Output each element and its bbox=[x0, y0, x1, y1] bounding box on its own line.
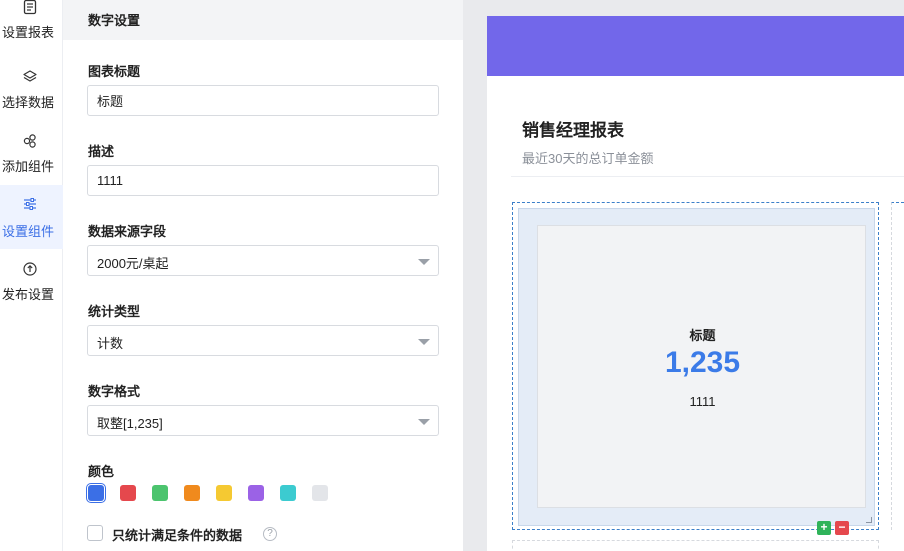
rail-item-label: 发布设置 bbox=[2, 287, 55, 302]
next-component-placeholder bbox=[512, 540, 879, 551]
data-field-label: 数据来源字段 bbox=[88, 224, 167, 239]
rail-item-label: 设置报表 bbox=[2, 25, 55, 40]
color-swatch[interactable] bbox=[248, 485, 264, 501]
filter-checkbox-label: 只统计满足条件的数据 bbox=[112, 528, 243, 543]
color-swatch[interactable] bbox=[216, 485, 232, 501]
filter-checkbox[interactable] bbox=[87, 525, 103, 541]
publish-icon bbox=[23, 262, 37, 276]
rail-item-label: 选择数据 bbox=[2, 95, 55, 110]
delete-component-button[interactable]: − bbox=[835, 521, 849, 535]
settings-panel: 数字设置 图表标题 描述 数据来源字段 2000元/桌起 统计类型 计数 数字格… bbox=[63, 0, 463, 551]
caret-down-icon bbox=[418, 259, 430, 265]
rail-item-label: 设置组件 bbox=[2, 224, 55, 239]
stat-type-label: 统计类型 bbox=[88, 304, 141, 319]
number-format-value: 取整[1,235] bbox=[97, 416, 163, 431]
card-value: 1,235 bbox=[664, 346, 741, 379]
stat-type-value: 计数 bbox=[97, 336, 124, 351]
sliders-icon bbox=[24, 198, 36, 210]
description-input[interactable] bbox=[87, 165, 439, 196]
chart-title-input[interactable] bbox=[87, 85, 439, 116]
color-swatch[interactable] bbox=[184, 485, 200, 501]
layers-icon bbox=[23, 70, 37, 82]
color-swatch[interactable] bbox=[312, 485, 328, 501]
stat-type-select[interactable]: 计数 bbox=[87, 325, 439, 356]
chart-title-label: 图表标题 bbox=[88, 64, 141, 79]
rail-item-component-settings[interactable]: 设置组件 bbox=[0, 185, 63, 249]
caret-down-icon bbox=[418, 419, 430, 425]
color-swatch[interactable] bbox=[86, 483, 106, 503]
report-description: 最近30天的总订单金额 bbox=[522, 151, 654, 166]
divider bbox=[511, 176, 904, 177]
color-swatch[interactable] bbox=[120, 485, 136, 501]
component-frame: 标题 1,235 1111 bbox=[518, 208, 875, 526]
caret-down-icon bbox=[418, 339, 430, 345]
card-title: 标题 bbox=[689, 328, 716, 343]
rail-item-report-settings[interactable]: 设置报表 bbox=[0, 0, 63, 57]
description-label: 描述 bbox=[88, 144, 115, 159]
card-description: 1111 bbox=[689, 394, 716, 409]
panel-title: 数字设置 bbox=[88, 13, 141, 28]
color-swatch[interactable] bbox=[280, 485, 296, 501]
preview-area: 销售经理报表 最近30天的总订单金额 标题 1,235 1111 + − bbox=[463, 0, 904, 551]
add-component-button[interactable]: + bbox=[817, 521, 831, 535]
rail-item-select-data[interactable]: 选择数据 bbox=[0, 63, 63, 127]
number-format-select[interactable]: 取整[1,235] bbox=[87, 405, 439, 436]
components-icon bbox=[23, 134, 36, 148]
report-header-band bbox=[487, 16, 904, 76]
report-icon bbox=[23, 0, 37, 15]
report-canvas: 销售经理报表 最近30天的总订单金额 标题 1,235 1111 + − bbox=[487, 16, 904, 551]
panel-header: 数字设置 bbox=[63, 0, 463, 40]
resize-handle[interactable] bbox=[866, 517, 872, 523]
adjacent-component bbox=[891, 202, 904, 530]
color-swatch[interactable] bbox=[152, 485, 168, 501]
rail-item-publish-settings[interactable]: 发布设置 bbox=[0, 255, 63, 319]
data-field-value: 2000元/桌起 bbox=[97, 256, 169, 271]
rail-item-add-component[interactable]: 添加组件 bbox=[0, 127, 63, 191]
rail-item-label: 添加组件 bbox=[2, 159, 55, 174]
selected-component[interactable]: 标题 1,235 1111 + − bbox=[512, 202, 879, 535]
help-icon[interactable]: ? bbox=[263, 527, 277, 541]
number-format-label: 数字格式 bbox=[88, 384, 141, 399]
number-card: 标题 1,235 1111 bbox=[537, 225, 866, 508]
data-field-select[interactable]: 2000元/桌起 bbox=[87, 245, 439, 276]
left-nav-rail: 设置报表 选择数据 添加组件 设置组件 发布设置 bbox=[0, 0, 63, 551]
report-title: 销售经理报表 bbox=[522, 121, 624, 140]
color-label: 颜色 bbox=[88, 464, 115, 479]
